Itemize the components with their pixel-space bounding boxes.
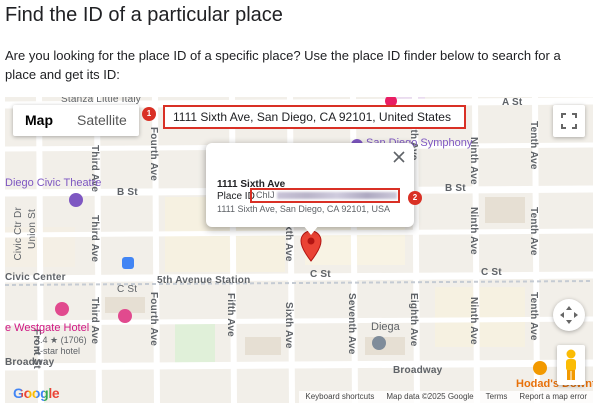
fifth-ave-label: Fifth Ave bbox=[225, 293, 236, 337]
page-title: Find the ID of a particular place bbox=[5, 4, 283, 26]
close-icon[interactable] bbox=[392, 150, 406, 164]
broadway-right-label: Broadway bbox=[393, 365, 443, 376]
seventh-ave-label: Seventh Ave bbox=[346, 293, 357, 355]
ninth-ave-label-mid: Ninth Ave bbox=[468, 207, 479, 255]
c-st-center-label: C St bbox=[310, 269, 331, 280]
map-data-text: Map data ©2025 Google bbox=[386, 392, 474, 401]
info-address: 1111 Sixth Ave, San Diego, CA 92101, USA bbox=[217, 204, 390, 214]
annotation-badge-2: 2 bbox=[408, 191, 422, 205]
theatre-icon[interactable] bbox=[69, 193, 83, 207]
pegman-icon bbox=[566, 349, 576, 380]
place-search-input[interactable]: 1111 Sixth Ave, San Diego, CA 92101, Uni… bbox=[163, 105, 466, 129]
tenth-ave-label-top: Tenth Ave bbox=[528, 121, 539, 170]
camera-control-button[interactable] bbox=[553, 299, 585, 331]
keyboard-shortcuts-link[interactable]: Keyboard shortcuts bbox=[305, 391, 374, 403]
civic-theatre-poi[interactable]: Diego Civic Theatre bbox=[5, 177, 101, 189]
fullscreen-button[interactable] bbox=[553, 105, 585, 137]
station-icon[interactable] bbox=[122, 257, 134, 269]
westgate-hotel-poi[interactable]: e Westgate Hotel bbox=[5, 322, 89, 334]
street-view-button[interactable] bbox=[557, 345, 585, 385]
c-st-right-label: C St bbox=[481, 267, 502, 278]
annotation-badge-1: 1 bbox=[142, 107, 156, 121]
hotel-icon[interactable] bbox=[55, 302, 69, 316]
tenth-ave-label-mid: Tenth Ave bbox=[528, 207, 539, 256]
ninth-ave-label-bottom: Ninth Ave bbox=[468, 297, 479, 345]
report-map-error-link[interactable]: Report a map error bbox=[519, 391, 587, 403]
place-id-value[interactable]: ChIJ bbox=[250, 188, 400, 203]
broadway-left-label: Broadway bbox=[5, 357, 55, 368]
hotel-icon-2[interactable] bbox=[118, 309, 132, 323]
map-type-control: Map Satellite bbox=[13, 105, 139, 136]
sixth-ave-label-bottom: Sixth Ave bbox=[283, 302, 294, 349]
move-icon bbox=[560, 306, 578, 324]
building-icon[interactable] bbox=[372, 336, 386, 350]
c-st-left-label: C St bbox=[117, 284, 138, 295]
fullscreen-icon bbox=[561, 113, 577, 129]
civic-ctr-dr-label: Civic Ctr Dr bbox=[13, 207, 24, 261]
diega-poi[interactable]: Diega bbox=[371, 321, 400, 333]
westgate-class: 4-star hotel bbox=[35, 346, 81, 356]
attribution-bar: Keyboard shortcuts Map data ©2025 Google… bbox=[299, 391, 593, 403]
place-id-prefix: ChIJ bbox=[256, 190, 275, 200]
third-ave-label-bottom: Third Ave bbox=[89, 297, 100, 345]
terms-link[interactable]: Terms bbox=[486, 391, 508, 403]
place-id-redacted bbox=[276, 192, 397, 200]
map-widget[interactable]: Stanza Little Italy A St B St B St Civic… bbox=[5, 97, 593, 403]
map-type-map-button[interactable]: Map bbox=[13, 105, 65, 136]
westgate-rating: 4.4 ★ (1706) bbox=[35, 335, 87, 345]
third-ave-label-mid: Third Ave bbox=[89, 215, 100, 263]
google-logo-text: Google bbox=[13, 385, 60, 401]
b-st-left-label: B St bbox=[117, 187, 138, 198]
info-window-tail bbox=[303, 225, 319, 235]
b-st-right-label: B St bbox=[445, 183, 466, 194]
intro-text: Are you looking for the place ID of a sp… bbox=[5, 48, 561, 82]
fourth-ave-label-bottom: Fourth Ave bbox=[148, 292, 159, 347]
civic-center-label: Civic Center bbox=[5, 272, 66, 283]
restaurant-icon[interactable] bbox=[533, 361, 547, 375]
fifth-ave-station-label: 5th Avenue Station bbox=[157, 275, 251, 286]
eighth-ave-label-bottom: Eighth Ave bbox=[408, 293, 419, 347]
a-st-label: A St bbox=[502, 97, 523, 108]
union-st-label: Union St bbox=[27, 209, 38, 249]
tenth-ave-label-bottom: Tenth Ave bbox=[528, 292, 539, 341]
fourth-ave-label-top: Fourth Ave bbox=[148, 127, 159, 182]
stanza-label: Stanza Little Italy bbox=[61, 97, 141, 105]
info-window: 1111 Sixth Ave Place ID ChIJ 1111 Sixth … bbox=[206, 143, 414, 235]
map-type-satellite-button[interactable]: Satellite bbox=[65, 105, 139, 136]
google-logo[interactable]: Google bbox=[13, 385, 60, 401]
